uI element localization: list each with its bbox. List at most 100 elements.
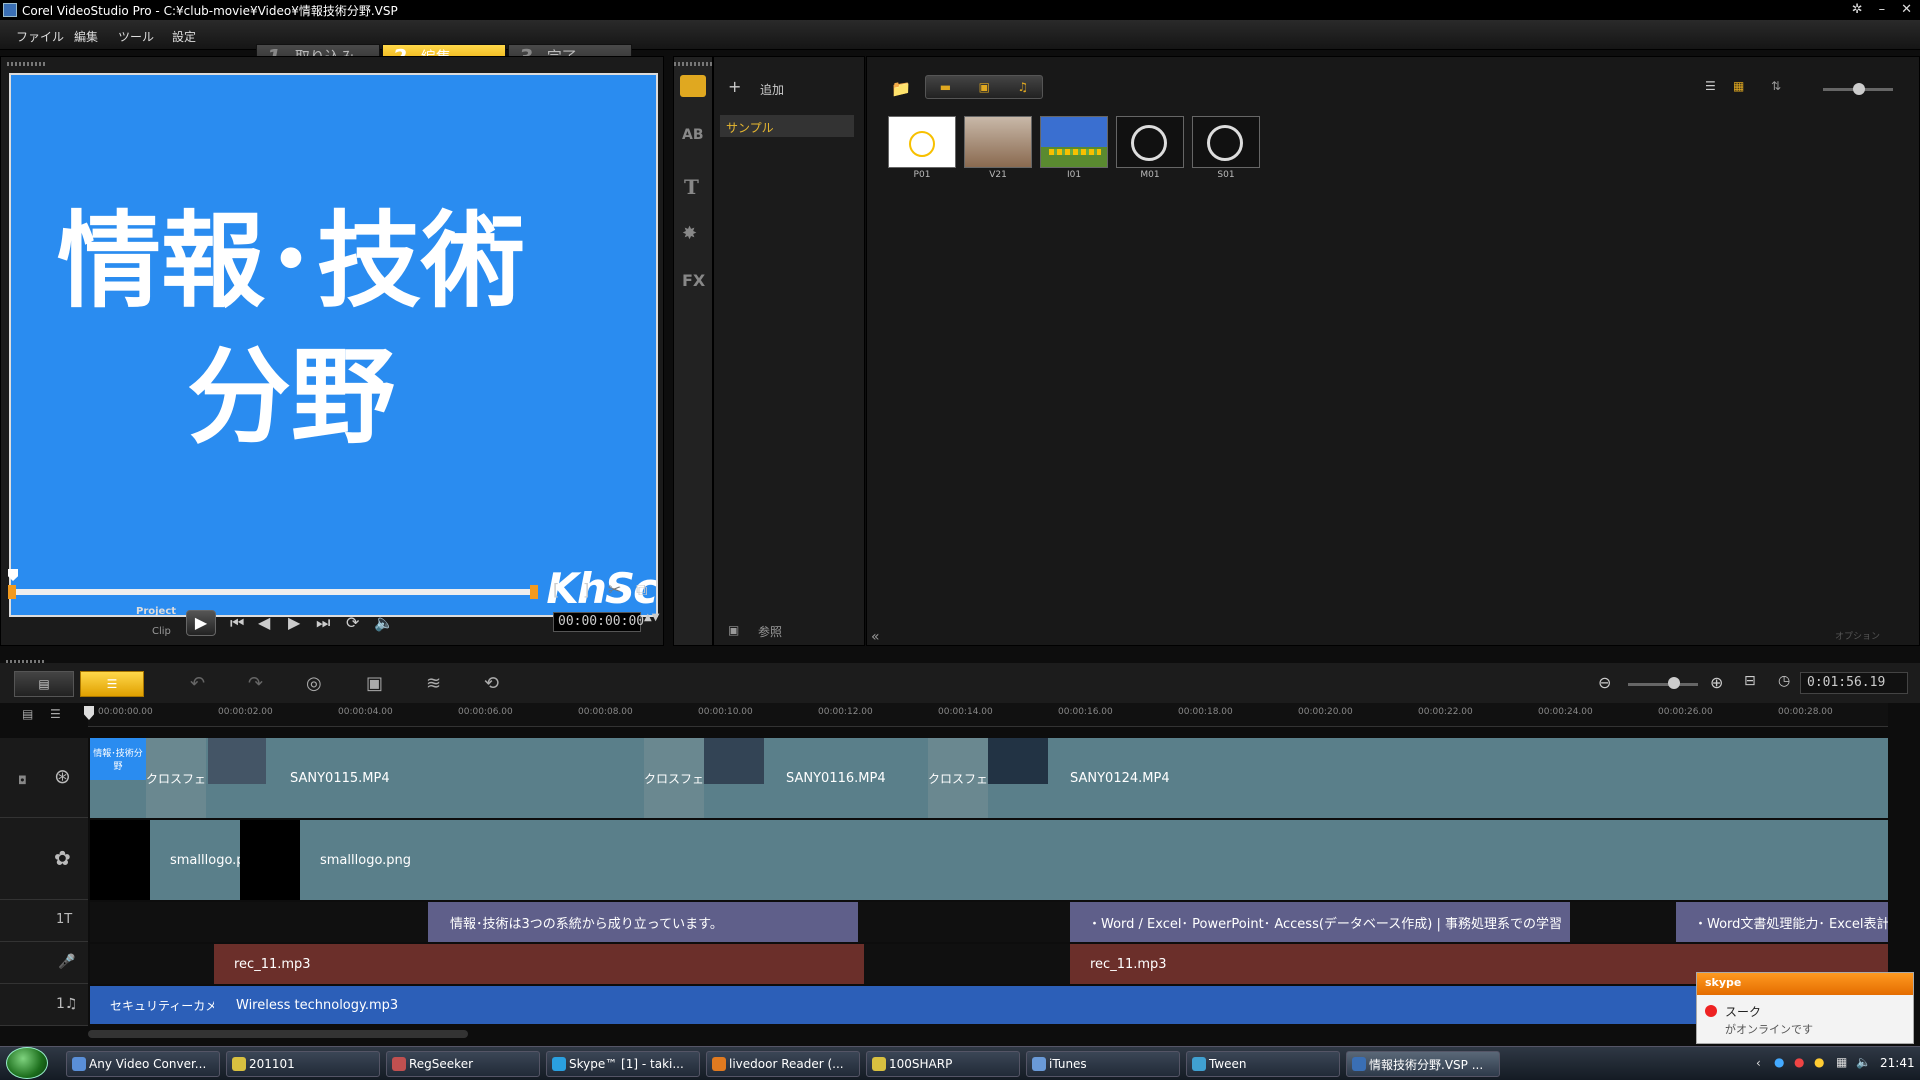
tray-network-icon[interactable]: ▦ (1836, 1055, 1847, 1069)
skype-notification[interactable]: skype スーク がオンラインです (1696, 972, 1914, 1044)
taskbar-item[interactable]: 100SHARP (866, 1051, 1020, 1077)
zoom-slider[interactable] (1628, 683, 1698, 686)
track-button-icon[interactable]: ◘ (18, 774, 27, 787)
title-clip-3[interactable]: ・Word文書処理能力･ Excel表計算 (1676, 902, 1888, 942)
zoom-in-icon[interactable]: ⊕ (1710, 673, 1723, 692)
previous-frame-icon[interactable]: ◀ (258, 613, 270, 632)
panel-grip[interactable] (7, 62, 47, 66)
show-audio-icon[interactable]: ♫ (1017, 80, 1028, 94)
zoom-slider-handle[interactable] (1668, 677, 1680, 689)
undo-icon[interactable]: ↶ (190, 673, 205, 694)
thumb-m01[interactable] (1116, 116, 1184, 168)
mark-in-icon[interactable]: [ (553, 580, 559, 599)
taskbar-item[interactable]: 201101 (226, 1051, 380, 1077)
fit-project-icon[interactable]: ⊟ (1744, 673, 1756, 689)
thumb-i01[interactable] (1040, 116, 1108, 168)
voice-clip-1[interactable]: rec_11.mp3 (214, 944, 864, 984)
close-button[interactable]: ✕ (1901, 2, 1912, 17)
folder-open-icon[interactable]: 📁 (891, 79, 911, 98)
timeline-view-button[interactable]: ☰ (80, 671, 144, 697)
music-clip-2[interactable]: Wireless technology.mp3 (216, 986, 916, 1024)
menu-tools[interactable]: ツール (118, 28, 154, 45)
thumb-v21[interactable] (964, 116, 1032, 168)
panel-grip[interactable] (674, 62, 714, 66)
timecode-field[interactable]: 00:00:00:00 (553, 612, 644, 632)
sort-icon[interactable]: ⇅ (1771, 79, 1781, 93)
title-track-icon[interactable]: 1T (56, 912, 72, 927)
music-clip-1[interactable]: セキュリティーカメラ (90, 986, 214, 1024)
chapter-point-icon[interactable]: ☰ (50, 707, 61, 721)
overlay-clip-2[interactable]: smalllogo.png (320, 820, 520, 900)
graphic-icon[interactable]: ✸ (682, 223, 697, 244)
duration-clock-icon[interactable]: ◷ (1778, 673, 1790, 689)
taskbar-item[interactable]: iTunes (1026, 1051, 1180, 1077)
settings-icon[interactable]: ✲ (1852, 2, 1863, 17)
overlay-thumb[interactable] (240, 820, 300, 900)
taskbar-item-active[interactable]: 情報技術分野.VSP ... (1346, 1051, 1500, 1077)
show-photo-icon[interactable]: ▣ (979, 80, 990, 94)
transition-clip[interactable]: クロスフェード (928, 738, 988, 818)
menu-settings[interactable]: 設定 (172, 28, 196, 45)
track-manager-icon[interactable]: ▤ (22, 707, 33, 721)
show-video-icon[interactable]: ▬ (940, 80, 951, 94)
media-library-icon[interactable] (680, 75, 706, 97)
clip-label[interactable]: Clip (152, 626, 171, 637)
tray-alert-icon[interactable]: ● (1814, 1055, 1824, 1069)
scrub-bar[interactable] (10, 589, 534, 595)
record-capture-icon[interactable]: ◎ (306, 673, 322, 694)
title-clip-1[interactable]: 情報･技術は3つの系統から成り立っています。 (428, 902, 858, 942)
tray-expand-icon[interactable]: ‹ (1756, 1056, 1761, 1070)
title-icon[interactable]: T (684, 175, 699, 199)
list-view-icon[interactable]: ☰ (1705, 79, 1716, 93)
taskbar-item[interactable]: Skype™ [1] - taki... (546, 1051, 700, 1077)
menu-file[interactable]: ファイル (16, 28, 64, 45)
enlarge-preview-icon[interactable]: ⧉ (636, 580, 647, 600)
video-track-icon[interactable]: ⊛ (54, 764, 71, 788)
redo-icon[interactable]: ↷ (248, 673, 263, 694)
overlay-thumb[interactable] (90, 820, 150, 900)
taskbar-item[interactable]: Any Video Conver... (66, 1051, 220, 1077)
go-to-start-icon[interactable]: ⏮ (230, 613, 244, 633)
auto-music-icon[interactable]: ⟲ (484, 673, 499, 694)
folder-sample[interactable]: サンプル (720, 115, 854, 137)
trim-end-marker[interactable] (530, 585, 538, 599)
scissors-icon[interactable]: ✂ (608, 580, 621, 599)
music-track-icon[interactable]: 1♫ (56, 996, 77, 1012)
timecode-spinner-icon[interactable]: ▲▼ (644, 612, 659, 623)
taskbar-item[interactable]: RegSeeker (386, 1051, 540, 1077)
options-label[interactable]: オプション (1835, 629, 1880, 642)
trim-start-marker[interactable] (8, 585, 16, 599)
voice-track-icon[interactable]: 🎤 (58, 954, 75, 970)
smart-proxy-icon[interactable]: ▣ (366, 673, 383, 694)
minimize-button[interactable]: – (1879, 2, 1886, 17)
browse-icon[interactable]: ▣ (728, 623, 739, 637)
transition-clip[interactable]: クロスフェード (146, 738, 206, 818)
title-clip-2[interactable]: ・Word / Excel･ PowerPoint･ Access(データベース… (1070, 902, 1570, 942)
start-button[interactable] (6, 1047, 48, 1079)
add-folder-label[interactable]: 追加 (760, 81, 784, 98)
volume-icon[interactable]: 🔈 (374, 613, 394, 632)
storyboard-view-button[interactable]: ▤ (14, 671, 74, 697)
thumbnail-view-icon[interactable]: ▦ (1733, 79, 1744, 93)
project-label[interactable]: Project (136, 606, 176, 617)
video-clip-1[interactable]: SANY0115.MP4 (290, 738, 630, 818)
video-clip-3[interactable]: SANY0124.MP4 (1070, 738, 1470, 818)
taskbar-item[interactable]: livedoor Reader (... (706, 1051, 860, 1077)
zoom-out-icon[interactable]: ⊖ (1598, 673, 1611, 692)
overlay-track-icon[interactable]: ✿ (54, 846, 71, 870)
video-thumb[interactable] (208, 738, 266, 784)
browse-label[interactable]: 参照 (758, 623, 782, 640)
thumbnail-size-handle[interactable] (1853, 83, 1865, 95)
thumb-p01[interactable] (888, 116, 956, 168)
collapse-library-icon[interactable]: « (871, 629, 880, 645)
play-button[interactable]: ▶ (186, 610, 216, 636)
instant-project-icon[interactable]: AB (682, 127, 704, 143)
tray-security-icon[interactable]: ● (1794, 1055, 1804, 1069)
timeline-horizontal-scrollbar[interactable] (88, 1030, 468, 1038)
transition-clip[interactable]: クロスフェード (644, 738, 704, 818)
tray-skype-icon[interactable]: ● (1774, 1055, 1784, 1069)
title-clip-thumb[interactable]: 情報･技術分野 (90, 738, 146, 780)
next-frame-icon[interactable]: ▶ (288, 613, 300, 632)
fx-filter-icon[interactable]: FX (682, 271, 705, 290)
repeat-icon[interactable]: ⟳ (346, 613, 359, 632)
